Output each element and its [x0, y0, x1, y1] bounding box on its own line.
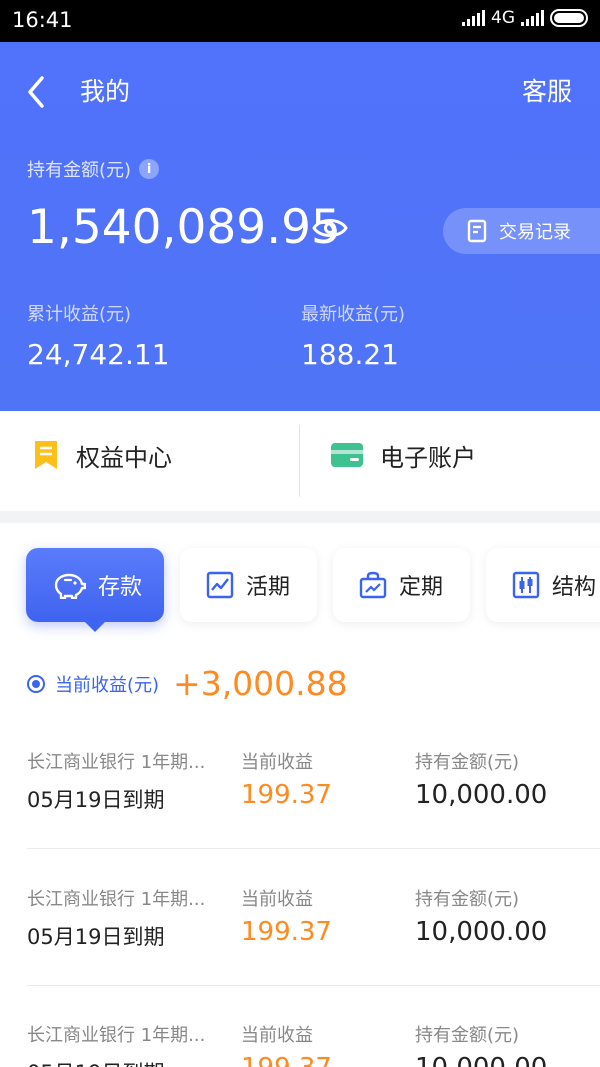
customer-service-link[interactable]: 客服	[522, 72, 572, 108]
product-holding-value: 10,000.00	[415, 780, 548, 810]
product-earnings-value: 199.37	[241, 917, 332, 947]
product-item[interactable]: 长江商业银行 1年期... 05月19日到期 当前收益 199.37 持有金额(…	[0, 738, 600, 874]
holding-label-text: 持有金额(元)	[27, 160, 132, 181]
entry-row: 权益中心 电子账户	[0, 411, 600, 499]
product-earnings-value: 199.37	[241, 1053, 332, 1067]
benefits-center-entry[interactable]: 权益中心	[32, 411, 172, 499]
bag-chart-icon	[359, 571, 387, 599]
tab-deposit-label: 存款	[98, 575, 143, 600]
current-earnings: 当前收益(元) +3,000.88	[27, 664, 348, 703]
product-divider	[27, 985, 600, 986]
status-bar: 16:41 4G	[0, 0, 600, 42]
current-earnings-label: 当前收益(元)	[55, 674, 160, 696]
status-time: 16:41	[12, 8, 73, 32]
cumulative-earnings-label: 累计收益(元)	[27, 304, 132, 325]
product-holding-label: 持有金额(元)	[415, 752, 520, 773]
bookmark-icon	[35, 441, 57, 469]
tab-structured-label: 结构	[552, 575, 597, 600]
latest-earnings-label: 最新收益(元)	[301, 304, 406, 325]
candlestick-icon	[512, 571, 540, 599]
transaction-records-button[interactable]: 交易记录	[443, 208, 600, 254]
transaction-records-label: 交易记录	[499, 222, 571, 243]
account-header: 我的 客服 持有金额(元) i 1,540,089.95 交易记录 累计收益(元…	[0, 42, 600, 411]
document-icon	[467, 219, 487, 243]
tab-structured[interactable]: 结构	[486, 548, 600, 622]
eye-icon[interactable]	[312, 214, 348, 242]
e-account-entry[interactable]: 电子账户	[330, 411, 476, 499]
piggy-bank-icon	[54, 573, 86, 599]
holding-label: 持有金额(元) i	[27, 156, 160, 182]
chart-line-icon	[206, 571, 234, 599]
tab-demand[interactable]: 活期	[180, 548, 317, 622]
product-holding-label: 持有金额(元)	[415, 1025, 520, 1046]
tab-deposit[interactable]: 存款	[26, 548, 164, 622]
product-holding-value: 10,000.00	[415, 1053, 547, 1067]
status-indicators: 4G	[462, 8, 588, 28]
radio-dot-icon	[27, 674, 45, 693]
back-button[interactable]	[18, 72, 58, 112]
holding-amount: 1,540,089.95	[27, 200, 341, 255]
product-holding-label: 持有金额(元)	[415, 889, 520, 910]
product-earnings-value: 199.37	[241, 780, 332, 810]
product-due-date: 05月19日到期	[27, 788, 165, 812]
battery-icon	[550, 9, 588, 27]
product-holding-value: 10,000.00	[415, 917, 548, 947]
active-tab-pointer	[84, 621, 106, 632]
e-account-label: 电子账户	[380, 443, 476, 472]
tab-fixed-label: 定期	[399, 575, 444, 600]
product-name: 长江商业银行 1年期...	[27, 889, 206, 910]
product-name: 长江商业银行 1年期...	[27, 752, 206, 773]
product-earnings-label: 当前收益	[241, 752, 313, 773]
latest-earnings-value: 188.21	[301, 338, 399, 371]
product-divider	[27, 848, 600, 849]
product-earnings-label: 当前收益	[241, 1025, 313, 1046]
product-name: 长江商业银行 1年期...	[27, 1025, 206, 1046]
benefits-center-label: 权益中心	[76, 443, 172, 472]
cumulative-earnings-value: 24,742.11	[27, 338, 170, 371]
product-item[interactable]: 长江商业银行 1年期... 05月19日到期 当前收益 199.37 持有金额(…	[0, 875, 600, 1011]
signal-icon	[462, 10, 485, 26]
network-type: 4G	[491, 8, 515, 28]
section-divider	[0, 511, 600, 523]
tab-demand-label: 活期	[246, 575, 291, 600]
page-title: 我的	[80, 77, 131, 106]
current-earnings-value: +3,000.88	[173, 664, 348, 703]
card-icon	[331, 443, 363, 467]
entry-divider	[299, 425, 300, 497]
chevron-left-icon	[28, 76, 44, 108]
product-due-date: 05月19日到期	[27, 925, 165, 949]
tab-fixed[interactable]: 定期	[333, 548, 470, 622]
signal-icon-2	[521, 10, 544, 26]
product-item[interactable]: 长江商业银行 1年期... 05月19日到期 当前收益 199.37 持有金额(…	[0, 1011, 600, 1067]
info-icon[interactable]: i	[139, 159, 160, 179]
product-due-date: 05月19日到期	[27, 1057, 164, 1067]
product-earnings-label: 当前收益	[241, 889, 313, 910]
